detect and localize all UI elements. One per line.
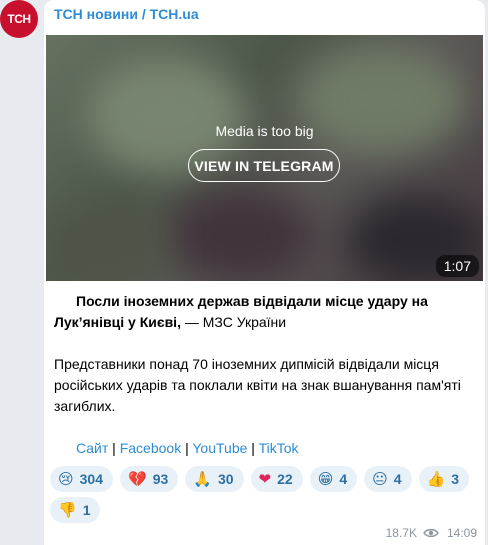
message-time: 14:09: [446, 526, 477, 540]
post-body: Представники понад 70 іноземних дипмісій…: [54, 356, 461, 414]
channel-name[interactable]: ТСН новини / TCH.ua: [54, 6, 199, 22]
thumbs-up-icon: 👍: [426, 470, 446, 488]
link-youtube[interactable]: YouTube: [192, 440, 247, 456]
link-site[interactable]: Сайт: [76, 440, 108, 456]
reaction-praying-hands[interactable]: 🙏 30: [185, 466, 244, 492]
link-separator: |: [247, 440, 259, 456]
reaction-count: 93: [152, 471, 169, 487]
reaction-thumbs-down[interactable]: 👎 1: [50, 497, 101, 523]
reaction-count: 4: [339, 471, 348, 487]
reactions-bar: 😢 304 💔 93 🙏 30 ❤ 22 😁 4 😐 4 👍 3 👎 1: [50, 466, 480, 523]
message-meta: 18.7K 14:09: [386, 526, 477, 540]
crying-face-icon: 😢: [58, 470, 74, 488]
eye-icon: [423, 528, 439, 538]
reaction-neutral[interactable]: 😐 4: [364, 466, 412, 492]
reaction-count: 1: [82, 502, 91, 518]
link-separator: |: [108, 440, 120, 456]
video-duration: 1:07: [435, 255, 479, 277]
reaction-count: 3: [451, 471, 460, 487]
post-headline: Посли іноземних держав відвідали місце у…: [54, 291, 479, 333]
reaction-grinning[interactable]: 😁 4: [309, 466, 358, 492]
channel-avatar[interactable]: ТСН: [0, 0, 38, 38]
reaction-count: 4: [393, 471, 402, 487]
reaction-broken-heart[interactable]: 💔 93: [120, 466, 179, 492]
reaction-red-heart[interactable]: ❤ 22: [250, 466, 303, 492]
reaction-thumbs-up[interactable]: 👍 3: [418, 466, 470, 492]
grinning-face-icon: 😁: [317, 470, 334, 488]
broken-heart-icon: 💔: [128, 470, 147, 488]
neutral-face-icon: 😐: [372, 470, 388, 488]
link-tiktok[interactable]: TikTok: [259, 440, 299, 456]
video-preview[interactable]: Media is too big VIEW IN TELEGRAM 1:07: [46, 35, 483, 281]
link-facebook[interactable]: Facebook: [120, 440, 181, 456]
message-bubble: ТСН новини / TCH.ua Media is too big VIE…: [44, 0, 485, 545]
reaction-count: 22: [277, 471, 293, 487]
view-count: 18.7K: [385, 526, 417, 540]
reaction-count: 304: [79, 471, 103, 487]
praying-hands-icon: 🙏: [193, 470, 212, 488]
post-text: Посли іноземних держав відвідали місце у…: [54, 291, 479, 417]
link-separator: |: [181, 440, 193, 456]
red-heart-icon: ❤: [258, 470, 272, 488]
reaction-crying[interactable]: 😢 304: [50, 466, 113, 492]
channel-links: Сайт | Facebook | YouTube | TikTok: [76, 438, 299, 459]
thumbs-down-icon: 👎: [58, 501, 77, 519]
reaction-count: 30: [217, 471, 234, 487]
view-in-telegram-button[interactable]: VIEW IN TELEGRAM: [188, 149, 340, 182]
headline-source: — МЗС України: [180, 314, 287, 330]
media-too-big-notice: Media is too big: [215, 123, 314, 139]
